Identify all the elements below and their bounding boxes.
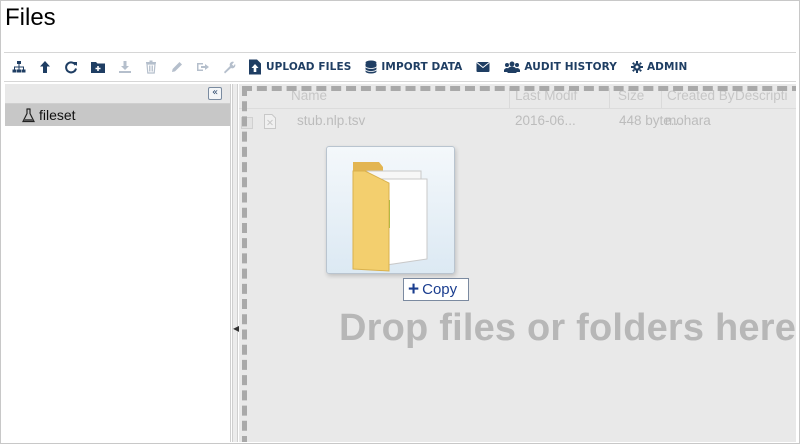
drag-preview xyxy=(326,146,455,274)
download-icon xyxy=(119,61,131,73)
file-grid: Name Last Modif Size Created By Descript… xyxy=(239,84,796,442)
download-button[interactable] xyxy=(118,55,132,79)
panel-splitter[interactable]: ◀ xyxy=(232,84,239,442)
users-icon xyxy=(504,61,521,73)
page-title: Files xyxy=(5,4,56,31)
upload-files-label: UPLOAD FILES xyxy=(266,61,352,73)
gear-icon xyxy=(630,61,643,73)
refresh-icon xyxy=(65,61,77,74)
import-data-label: IMPORT DATA xyxy=(381,61,463,73)
admin-label: ADMIN xyxy=(646,61,688,73)
files-toolbar: UPLOAD FILES IMPORT DATA AUDIT HISTORY A… xyxy=(4,52,796,82)
copy-label: Copy xyxy=(422,281,458,298)
collapse-panel-button[interactable]: « xyxy=(208,87,222,100)
move-button[interactable] xyxy=(196,55,210,79)
sitemap-button[interactable] xyxy=(12,55,26,79)
folder-tree-panel: « fileset xyxy=(5,84,231,442)
delete-button[interactable] xyxy=(144,55,158,79)
import-data-button[interactable]: IMPORT DATA xyxy=(365,55,462,79)
tree-header: « xyxy=(5,84,230,104)
upload-files-button[interactable]: UPLOAD FILES xyxy=(248,55,351,79)
folder-icon xyxy=(352,162,428,272)
parent-folder-button[interactable] xyxy=(38,55,52,79)
envelope-icon xyxy=(476,62,490,72)
audit-history-label: AUDIT HISTORY xyxy=(524,61,617,73)
pencil-icon xyxy=(172,62,182,72)
rename-button[interactable] xyxy=(170,55,184,79)
new-folder-icon xyxy=(91,62,105,73)
wrench-icon xyxy=(224,61,236,74)
audit-history-button[interactable]: AUDIT HISTORY xyxy=(504,55,617,79)
upload-icon xyxy=(249,59,261,75)
configure-button[interactable] xyxy=(222,55,236,79)
trash-icon xyxy=(146,60,156,74)
sitemap-icon xyxy=(12,61,26,73)
plus-icon: + xyxy=(408,278,420,300)
drop-zone-text: Drop files or folders here xyxy=(339,307,796,349)
move-icon xyxy=(197,63,209,71)
tree-item-fileset[interactable]: fileset xyxy=(5,104,230,126)
refresh-button[interactable] xyxy=(64,55,78,79)
database-icon xyxy=(365,60,378,74)
new-folder-button[interactable] xyxy=(90,55,106,79)
admin-button[interactable]: ADMIN xyxy=(630,55,688,79)
email-button[interactable] xyxy=(476,55,490,79)
copy-tooltip: + Copy xyxy=(403,278,469,301)
tree-item-label: fileset xyxy=(39,107,76,123)
flask-icon xyxy=(22,107,35,122)
arrow-up-icon xyxy=(40,61,50,73)
